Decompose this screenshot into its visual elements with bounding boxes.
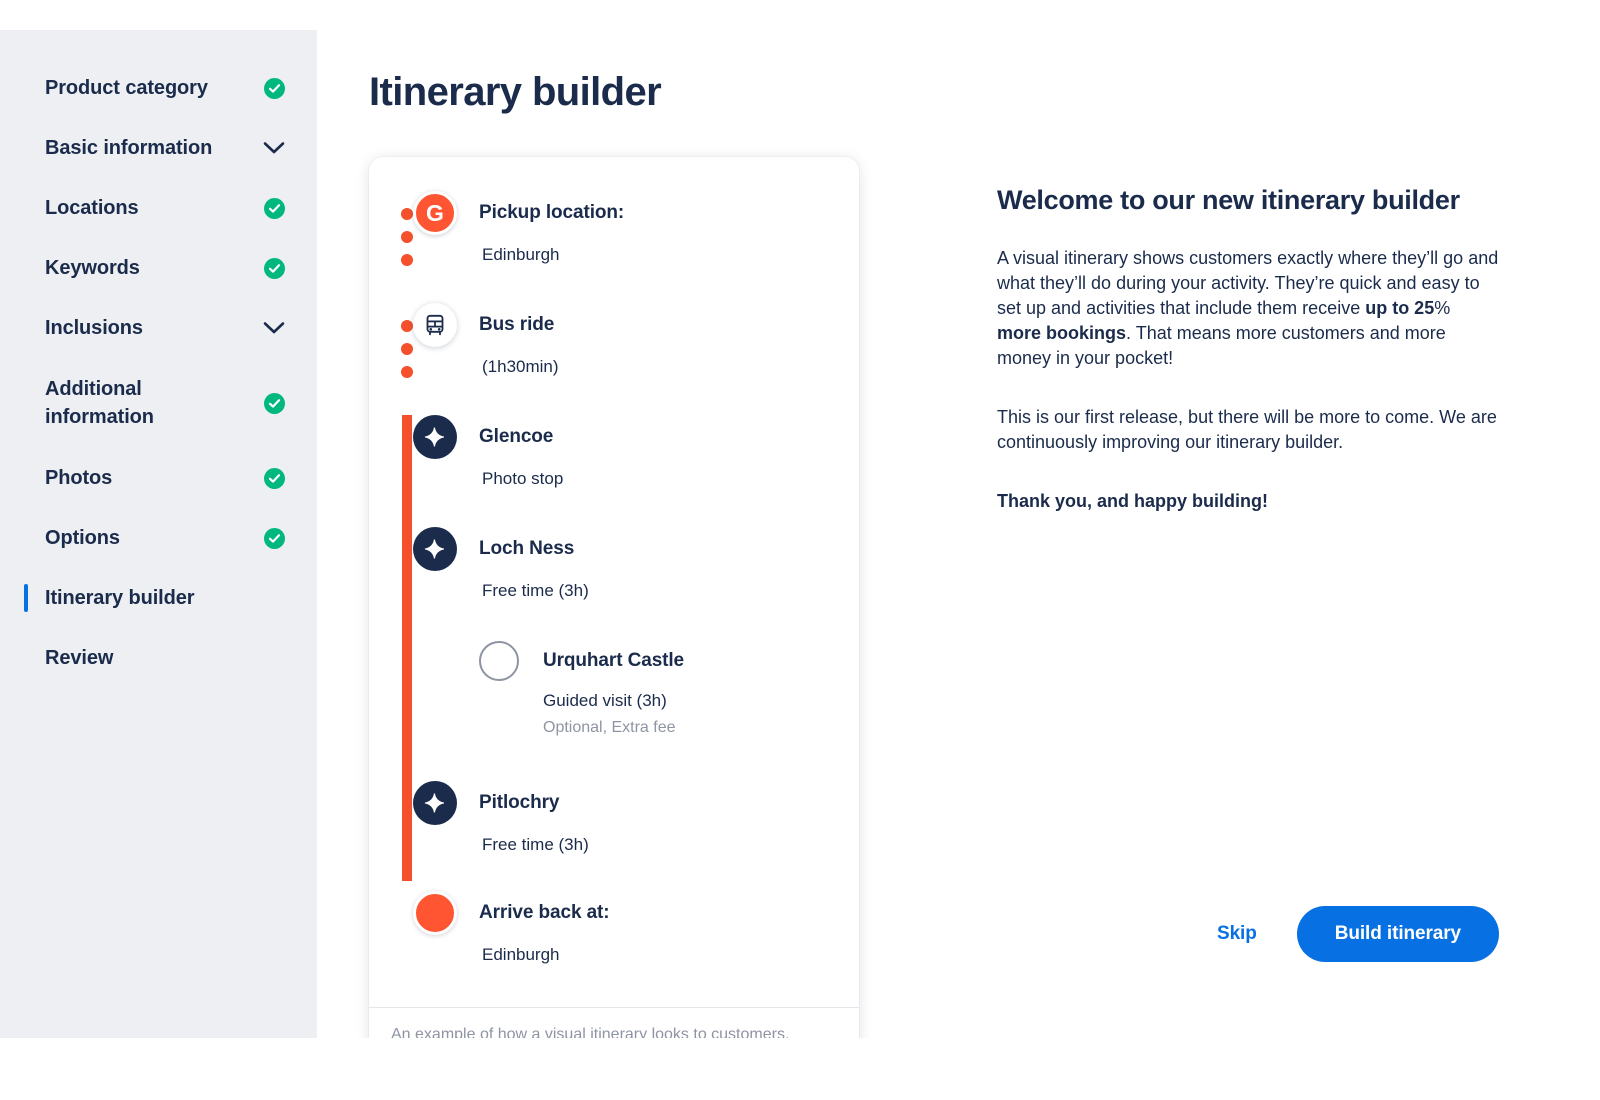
app-window: Product category Basic information Locat…	[0, 30, 1555, 1038]
paragraph-percent: %	[1434, 298, 1451, 318]
status-check	[263, 197, 285, 219]
star-icon	[413, 781, 457, 825]
substep-subtitle: Guided visit (3h)	[543, 691, 667, 710]
connector-dot	[401, 230, 413, 243]
sidebar-item-review[interactable]: Review	[0, 628, 317, 688]
check-circle-icon	[263, 77, 285, 99]
check-circle-icon	[263, 197, 285, 219]
status-check	[263, 257, 285, 279]
paragraph-bold-1: up to 25	[1365, 298, 1435, 318]
dotted-connector-2	[400, 315, 414, 383]
status-check	[263, 467, 285, 489]
timeline-step: Glencoe Photo stop	[397, 415, 831, 493]
check-circle-icon	[263, 467, 285, 489]
timeline-step: Pitlochry Free time (3h)	[397, 781, 831, 859]
step-subtitle: Edinburgh	[482, 245, 560, 264]
sidebar-item-product-category[interactable]: Product category	[0, 58, 317, 118]
sidebar-item-label: Keywords	[45, 257, 140, 279]
timeline-step: Arrive back at: Edinburgh	[397, 891, 831, 977]
step-title: Pitlochry	[479, 792, 560, 813]
sidebar-item-label: Photos	[45, 467, 113, 489]
sidebar-item-label: Additional information	[45, 378, 154, 428]
bus-icon	[413, 303, 457, 347]
itinerary-preview-card: G Pickup location: Edinburgh Bus ride (1…	[369, 157, 859, 1038]
substep-note: Optional, Extra fee	[543, 719, 676, 736]
chevron-down-icon[interactable]	[263, 317, 285, 339]
sidebar: Product category Basic information Locat…	[0, 30, 317, 1038]
check-circle-icon	[263, 257, 285, 279]
sidebar-item-label: Options	[45, 527, 120, 549]
page-title: Itinerary builder	[369, 70, 662, 114]
status-check	[263, 77, 285, 99]
connector-dot	[401, 342, 413, 355]
step-title: Bus ride	[479, 314, 555, 335]
sidebar-item-basic-information[interactable]: Basic information	[0, 118, 317, 178]
step-title: Loch Ness	[479, 538, 575, 559]
status-check	[263, 527, 285, 549]
status-none	[263, 587, 285, 609]
step-subtitle: Photo stop	[482, 469, 564, 488]
paragraph-bold-2: more bookings	[997, 323, 1127, 343]
step-title: Arrive back at:	[479, 902, 610, 923]
timeline-step: G Pickup location: Edinburgh	[397, 191, 831, 281]
step-title: Glencoe	[479, 426, 554, 447]
sidebar-item-options[interactable]: Options	[0, 508, 317, 568]
action-bar: Skip Build itinerary	[1203, 906, 1499, 962]
connector-dot	[401, 253, 413, 266]
welcome-paragraph-3: Thank you, and happy building!	[997, 491, 1268, 511]
step-subtitle: Edinburgh	[482, 945, 560, 964]
card-caption: An example of how a visual itinerary loo…	[369, 1007, 859, 1038]
active-indicator-bar	[24, 584, 28, 612]
chevron-down-icon[interactable]	[263, 137, 285, 159]
welcome-panel: Welcome to our new itinerary builder A v…	[859, 157, 1499, 514]
connector-dot	[401, 365, 413, 378]
connector-dot	[401, 208, 413, 221]
sidebar-item-label: Product category	[45, 77, 208, 99]
welcome-paragraph-2: This is our first release, but there wil…	[997, 407, 1497, 452]
step-subtitle: Free time (3h)	[482, 581, 589, 600]
step-subtitle: Free time (3h)	[482, 835, 589, 854]
check-circle-icon	[263, 392, 285, 414]
timeline-step: Bus ride (1h30min)	[397, 303, 831, 393]
status-check	[263, 392, 285, 414]
sidebar-item-keywords[interactable]: Keywords	[0, 238, 317, 298]
itinerary-timeline: G Pickup location: Edinburgh Bus ride (1…	[369, 157, 859, 1007]
star-icon	[413, 527, 457, 571]
sidebar-item-locations[interactable]: Locations	[0, 178, 317, 238]
solid-connector	[402, 415, 412, 881]
timeline-step: Loch Ness Free time (3h)	[397, 527, 831, 605]
star-icon	[413, 415, 457, 459]
sidebar-item-label: Review	[45, 647, 114, 669]
dotted-connector-1	[400, 203, 414, 271]
gyg-logo-letter: G	[426, 199, 444, 226]
endpoint-marker-icon	[413, 891, 457, 935]
step-title: Pickup location:	[479, 202, 625, 223]
sidebar-item-label: Basic information	[45, 137, 213, 159]
status-none	[263, 647, 285, 669]
sidebar-item-photos[interactable]: Photos	[0, 448, 317, 508]
sidebar-item-inclusions[interactable]: Inclusions	[0, 298, 317, 358]
skip-button[interactable]: Skip	[1203, 913, 1271, 955]
step-subtitle: (1h30min)	[482, 357, 559, 376]
timeline-optional-substep[interactable]: Urquhart Castle Guided visit (3h) Option…	[397, 641, 831, 739]
welcome-title: Welcome to our new itinerary builder	[997, 185, 1460, 215]
sidebar-item-label: Inclusions	[45, 317, 143, 339]
sidebar-item-label: Itinerary builder	[45, 587, 195, 609]
sidebar-item-itinerary-builder[interactable]: Itinerary builder	[0, 568, 317, 628]
hollow-circle-icon[interactable]	[479, 641, 519, 681]
welcome-paragraph-1: A visual itinerary shows customers exact…	[997, 246, 1499, 371]
sidebar-item-additional-information[interactable]: Additional information	[0, 358, 317, 448]
build-itinerary-button[interactable]: Build itinerary	[1296, 906, 1499, 962]
main-content: Itinerary builder G Pickup location: Edi…	[317, 30, 1555, 1038]
sidebar-item-label: Locations	[45, 197, 139, 219]
gyg-logo-marker-icon: G	[413, 191, 457, 235]
substep-title: Urquhart Castle	[543, 650, 685, 671]
check-circle-icon	[263, 527, 285, 549]
connector-dot	[401, 320, 413, 333]
